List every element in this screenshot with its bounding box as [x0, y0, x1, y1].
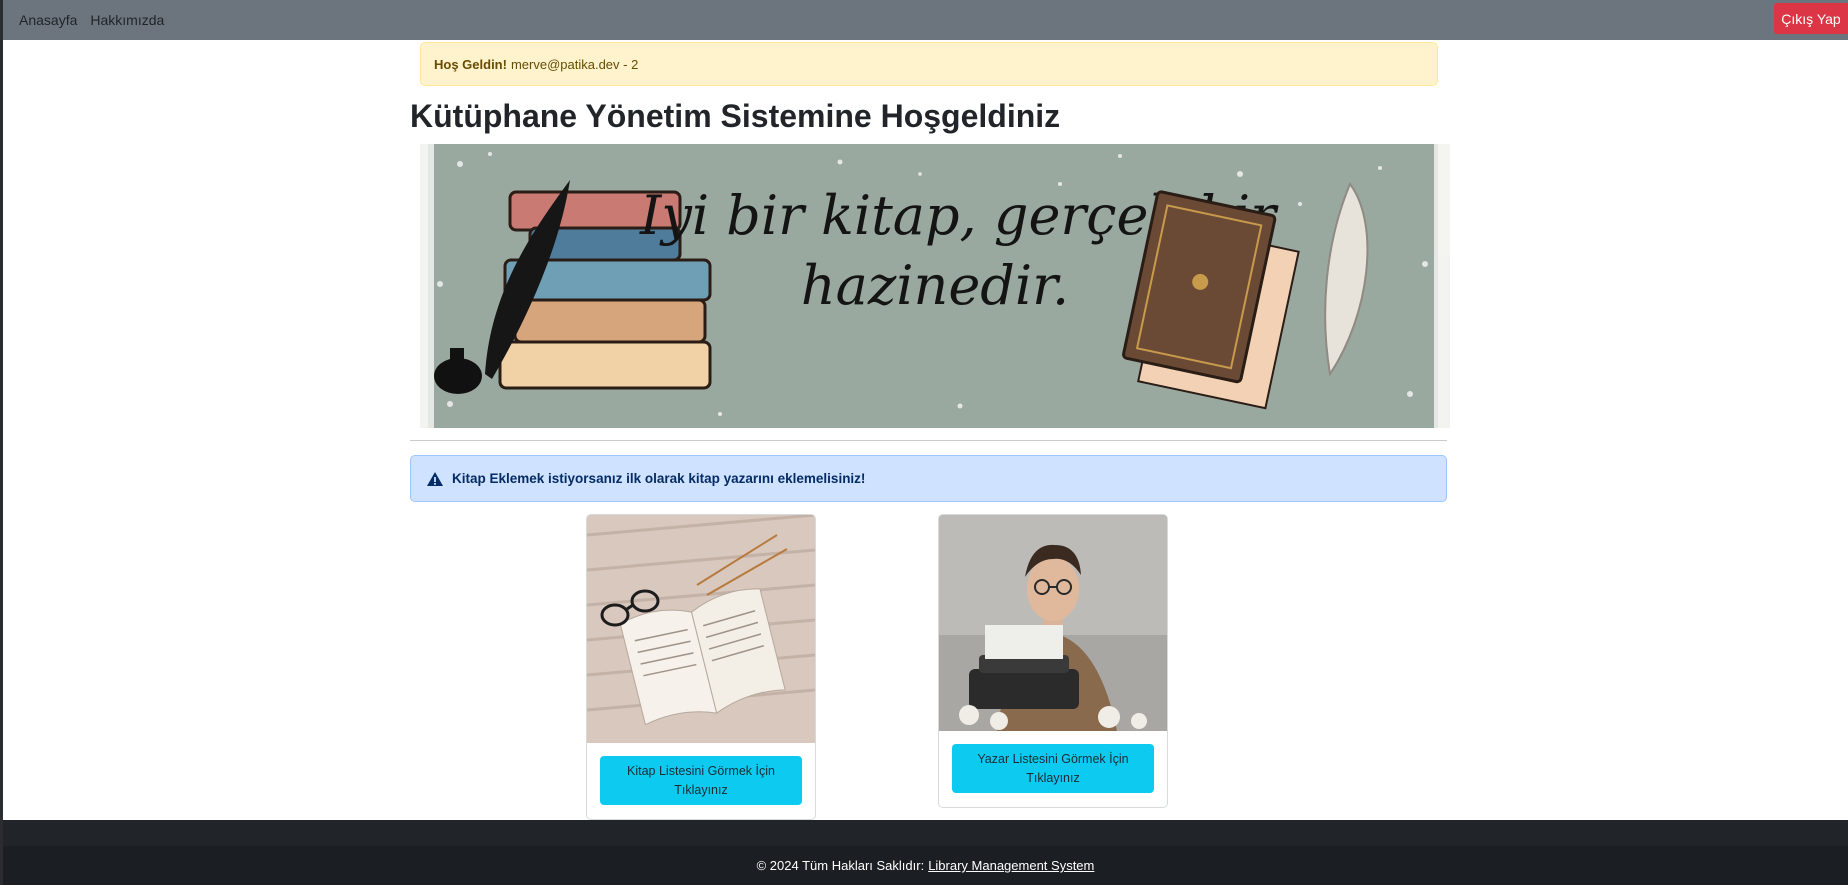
book-list-card: Kitap Listesini Görmek İçin Tıklayınız: [586, 514, 816, 820]
writer-typewriter-photo: [939, 515, 1167, 731]
author-list-button[interactable]: Yazar Listesini Görmek İçin Tıklayınız: [952, 744, 1154, 793]
book-list-button-line1: Kitap Listesini Görmek İçin: [627, 763, 775, 778]
nav-link-home[interactable]: Anasayfa: [19, 12, 77, 28]
divider: [410, 440, 1447, 441]
author-list-card: Yazar Listesini Görmek İçin Tıklayınız: [938, 514, 1168, 808]
welcome-greeting: Hoş Geldin!: [434, 56, 507, 72]
book-list-button[interactable]: Kitap Listesini Görmek İçin Tıklayınız: [600, 756, 802, 805]
banner-image: Iyi bir kitap, gerçek bir hazinedir.: [420, 144, 1450, 428]
welcome-alert: Hoş Geldin! merve@patika.dev - 2: [420, 42, 1438, 86]
main-content: Hoş Geldin! merve@patika.dev - 2 Kütüpha…: [3, 40, 1848, 820]
info-alert-text: Kitap Eklemek istiyorsanız ilk olarak ki…: [452, 471, 866, 486]
footer-link[interactable]: Library Management System: [928, 858, 1094, 873]
author-list-button-line1: Yazar Listesini Görmek İçin: [977, 751, 1129, 766]
footer-copyright: © 2024 Tüm Hakları Saklıdır:: [756, 858, 925, 873]
welcome-user: merve@patika.dev - 2: [510, 56, 639, 72]
info-alert: Kitap Eklemek istiyorsanız ilk olarak ki…: [410, 455, 1447, 502]
open-book-photo: [587, 515, 815, 743]
footer: © 2024 Tüm Hakları Saklıdır: Library Man…: [3, 846, 1848, 885]
logout-button[interactable]: Çıkış Yap: [1774, 3, 1848, 34]
nav-link-about[interactable]: Hakkımızda: [90, 12, 164, 28]
svg-text:hazinedir.: hazinedir.: [801, 254, 1069, 317]
page-title: Kütüphane Yönetim Sistemine Hoşgeldiniz: [410, 98, 1061, 134]
top-navbar: Anasayfa Hakkımızda Çıkış Yap: [3, 0, 1848, 40]
book-list-button-line2: Tıklayınız: [674, 782, 728, 797]
footer-band: [3, 820, 1848, 846]
warning-triangle-icon: [427, 471, 443, 486]
author-list-button-line2: Tıklayınız: [1026, 770, 1080, 785]
